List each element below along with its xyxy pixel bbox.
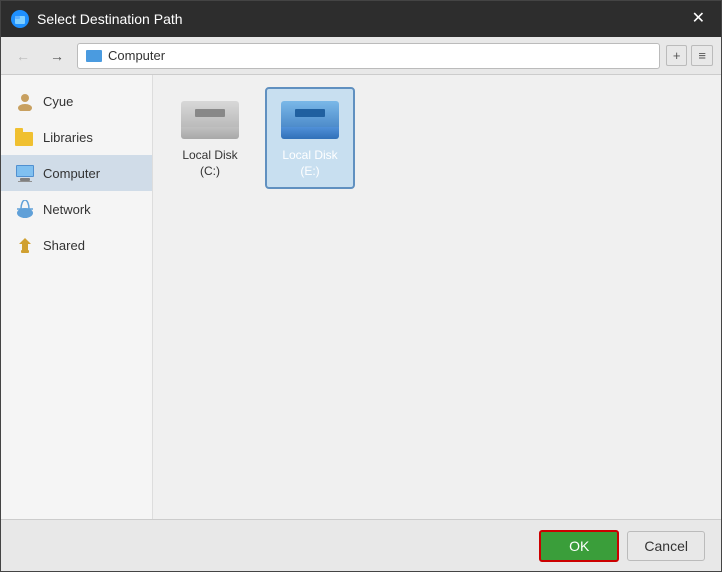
sidebar-label-computer: Computer (43, 166, 100, 181)
hdd-gray-icon (180, 97, 240, 142)
new-folder-button[interactable]: + (666, 45, 688, 66)
sidebar-item-network[interactable]: Network (1, 191, 152, 227)
breadcrumb-text: Computer (108, 48, 165, 63)
sidebar-label-network: Network (43, 202, 91, 217)
main-content: Local Disk (C:) Local Disk (E:) (153, 75, 721, 519)
disk-c-label: Local Disk (C:) (173, 148, 247, 179)
sidebar-item-libraries[interactable]: Libraries (1, 119, 152, 155)
file-item-disk-c[interactable]: Local Disk (C:) (165, 87, 255, 189)
cancel-button[interactable]: Cancel (627, 531, 705, 561)
dialog-icon (11, 10, 29, 28)
footer: OK Cancel (1, 519, 721, 571)
file-item-disk-e[interactable]: Local Disk (E:) (265, 87, 355, 189)
title-bar: Select Destination Path ✕ (1, 1, 721, 37)
sidebar-label-shared: Shared (43, 238, 85, 253)
shared-icon (15, 235, 35, 255)
user-icon (15, 91, 35, 111)
hdd-blue-icon (280, 97, 340, 142)
sidebar-item-shared[interactable]: Shared (1, 227, 152, 263)
toolbar: ← → Computer + ≡ (1, 37, 721, 75)
close-button[interactable]: ✕ (686, 9, 711, 29)
disk-e-label: Local Disk (E:) (273, 148, 347, 179)
forward-button[interactable]: → (43, 44, 71, 68)
select-destination-dialog: Select Destination Path ✕ ← → Computer +… (0, 0, 722, 572)
dialog-title: Select Destination Path (37, 11, 183, 27)
sidebar-item-computer[interactable]: Computer (1, 155, 152, 191)
breadcrumb-computer-icon (86, 50, 102, 62)
sidebar-item-cyue[interactable]: Cyue (1, 83, 152, 119)
libraries-icon (15, 127, 35, 147)
network-icon (15, 199, 35, 219)
computer-icon (15, 163, 35, 183)
content-area: Cyue Libraries (1, 75, 721, 519)
view-toggle-button[interactable]: ≡ (691, 45, 713, 66)
ok-button[interactable]: OK (539, 530, 619, 562)
toolbar-right: + ≡ (666, 45, 713, 66)
sidebar-label-libraries: Libraries (43, 130, 93, 145)
breadcrumb-bar: Computer (77, 43, 660, 69)
sidebar: Cyue Libraries (1, 75, 153, 519)
file-grid: Local Disk (C:) Local Disk (E:) (165, 87, 709, 189)
title-bar-left: Select Destination Path (11, 10, 183, 28)
sidebar-label-cyue: Cyue (43, 94, 73, 109)
back-button[interactable]: ← (9, 44, 37, 68)
